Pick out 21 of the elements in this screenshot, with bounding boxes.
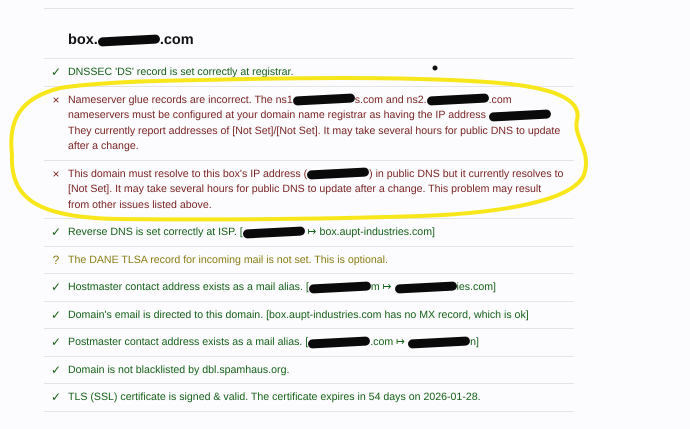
check-message: The DANE TLSA record for incoming mail is not set. This is optional. <box>68 252 389 268</box>
domain-heading: box. .com <box>68 31 195 50</box>
check-message: TLS (SSL) certificate is signed & valid. The certificate expires in 54 days on 2026-01-28. <box>68 390 482 405</box>
status-icon: ✓ <box>44 335 68 350</box>
check-message: Postmaster contact address exists as a mail alias. [ .com ↦ n] <box>68 335 480 350</box>
status-icon: ? <box>44 252 68 268</box>
check-message: Nameserver glue records are incorrect. The ns1 s.com and ns2. .com nameservers must be configured at your domain name registrar as having the IP address They currently report addresses of [Not Set]/[Not Set]. It may take several hours for public DNS to update after a change. <box>68 92 562 154</box>
check-message: Domain is not blacklisted by dbl.spamhaus.org. <box>68 362 290 378</box>
check-message: Hostmaster contact address exists as a mail alias. [ m ↦ ies.com] <box>68 280 497 296</box>
status-icon: ✓ <box>44 280 68 296</box>
check-message: This domain must resolve to this box's IP address ( ) in public DNS but it currently resolves to [Not Set]. It may take several hours for public DNS to update after a change. This problem may result from other issues listed above. <box>68 166 564 212</box>
status-icon: ✓ <box>44 390 68 406</box>
status-icon: × <box>44 92 68 154</box>
check-message: Reverse DNS is set correctly at ISP. [ ↦ box.aupt-industries.com] <box>68 225 436 240</box>
check-message: DNSSEC 'DS' record is set correctly at registrar. <box>68 65 294 80</box>
status-icon: ✓ <box>44 308 68 323</box>
status-icon: × <box>44 166 68 213</box>
check-message: Domain's email is directed to this domain. [box.aupt-industries.com has no MX record, which is ok] <box>68 308 530 322</box>
status-icon: ✓ <box>44 225 68 240</box>
status-icon: ✓ <box>44 65 68 80</box>
status-icon: ✓ <box>44 362 68 378</box>
